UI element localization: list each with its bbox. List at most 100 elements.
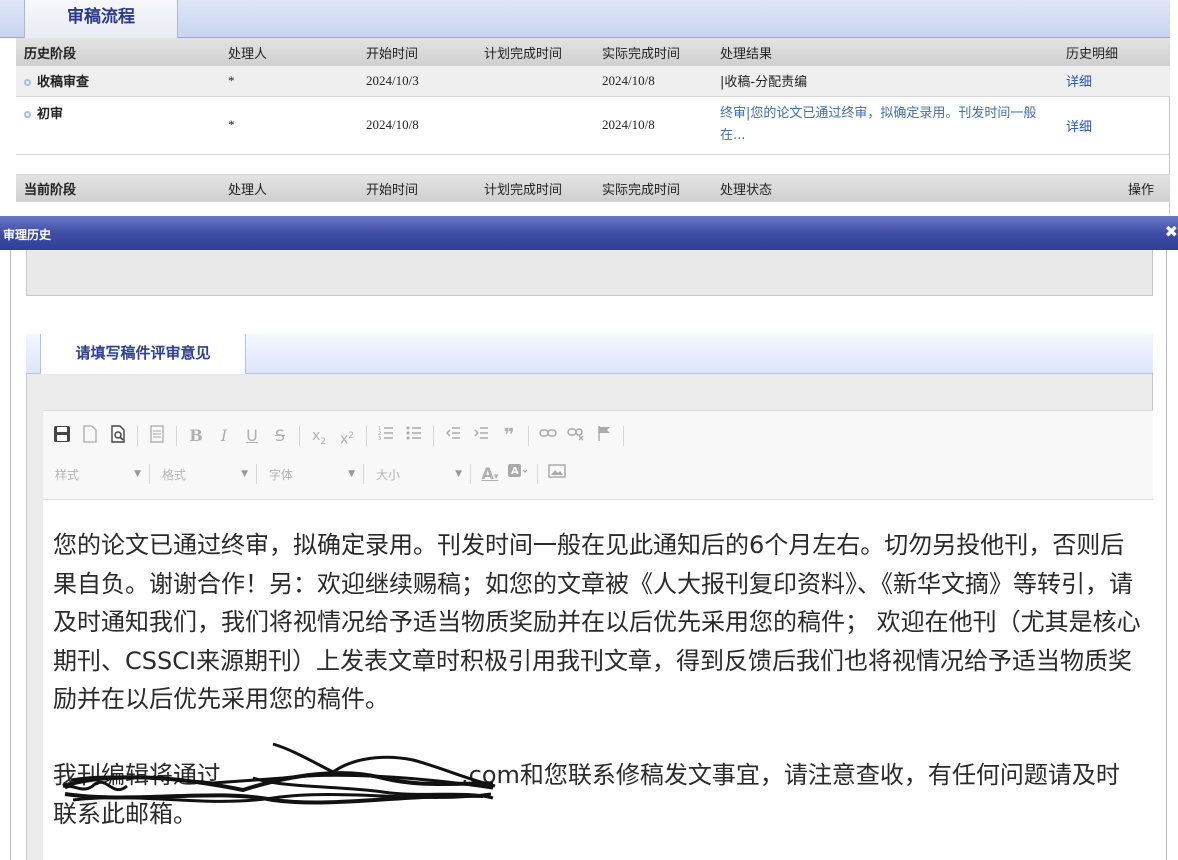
col-result: 处理结果 xyxy=(712,38,1058,66)
svg-text:3: 3 xyxy=(378,436,381,441)
col-current-stage: 当前阶段 xyxy=(16,174,220,202)
modal-left-border xyxy=(10,250,11,860)
new-doc-icon[interactable] xyxy=(79,425,101,447)
editor-toolbar: B I U S x2 x2 123 ❞ 样式 ▼ 格式 ▼ 字体 ▼ 大小 ▼ … xyxy=(43,410,1153,500)
table-row: 初审 * 2024/10/8 2024/10/8 终审|您的论文已通过终审，拟确… xyxy=(16,96,1170,155)
format-select[interactable]: 格式 ▼ xyxy=(158,463,252,485)
planned-cell xyxy=(476,66,594,97)
save-icon[interactable] xyxy=(51,425,73,447)
rich-text-editor: B I U S x2 x2 123 ❞ 样式 ▼ 格式 ▼ 字体 ▼ 大小 ▼ … xyxy=(26,374,1153,860)
actual-cell: 2024/10/8 xyxy=(594,96,712,155)
detail-link[interactable]: 详细 xyxy=(1058,96,1170,155)
col-start-time: 开始时间 xyxy=(358,38,476,66)
link-icon[interactable] xyxy=(537,425,559,447)
col-handler: 处理人 xyxy=(220,174,358,202)
toolbar-separator xyxy=(299,426,300,446)
style-select[interactable]: 样式 ▼ xyxy=(51,463,145,485)
bold-icon[interactable]: B xyxy=(185,425,207,447)
modal-titlebar[interactable]: 审理历史 ✖ xyxy=(0,216,1178,250)
chevron-down-icon: ▼ xyxy=(134,469,141,479)
handler-cell: * xyxy=(220,66,358,97)
col-status: 处理状态 xyxy=(712,174,1058,202)
handler-cell: * xyxy=(220,96,358,155)
editor-content[interactable]: 您的论文已通过终审，拟确定录用。刊发时间一般在见此通知后的6个月左右。切勿另投他… xyxy=(43,500,1153,860)
blockquote-icon[interactable]: ❞ xyxy=(498,425,520,447)
col-handler: 处理人 xyxy=(220,38,358,66)
font-select[interactable]: 字体 ▼ xyxy=(265,463,359,485)
stage-name: 初审 xyxy=(37,106,64,122)
col-planned-time: 计划完成时间 xyxy=(476,38,594,66)
stage-name: 收稿审查 xyxy=(37,75,90,91)
bullet-icon xyxy=(24,79,31,87)
modal-title: 审理历史 xyxy=(3,228,52,242)
review-tabbar: 审稿流程 xyxy=(0,0,1170,38)
start-cell: 2024/10/3 xyxy=(358,66,476,97)
subscript-icon[interactable]: x2 xyxy=(308,425,330,447)
toolbar-separator xyxy=(433,426,434,446)
strike-icon[interactable]: S xyxy=(269,425,291,447)
underline-icon[interactable]: U xyxy=(241,425,263,447)
close-icon[interactable]: ✖ xyxy=(1165,222,1178,241)
history-table: 历史阶段 处理人 开始时间 计划完成时间 实际完成时间 处理结果 历史明细 收稿… xyxy=(16,38,1170,202)
col-operation: 操作 xyxy=(1058,174,1170,202)
superscript-icon[interactable]: x2 xyxy=(336,425,358,448)
col-planned-time: 计划完成时间 xyxy=(476,174,594,202)
toolbar-separator xyxy=(528,426,529,446)
toolbar-separator xyxy=(537,464,538,484)
result-cell[interactable]: 终审|您的论文已通过终审，拟确定录用。刊发时间一般在... xyxy=(712,96,1058,155)
toolbar-row-2: 样式 ▼ 格式 ▼ 字体 ▼ 大小 ▼ A▾ A xyxy=(51,463,574,485)
review-process-panel: 审稿流程 历史阶段 处理人 开始时间 计划完成时间 实际完成时间 处理结果 历史… xyxy=(0,0,1170,214)
toolbar-separator xyxy=(623,426,624,446)
italic-icon[interactable]: I xyxy=(213,425,235,447)
toolbar-separator xyxy=(256,464,257,484)
style-select-label: 样式 xyxy=(55,467,80,482)
size-select-label: 大小 xyxy=(376,467,401,482)
planned-cell xyxy=(476,96,594,155)
toolbar-row-1: B I U S x2 x2 123 ❞ xyxy=(51,425,632,448)
indent-icon[interactable] xyxy=(470,425,492,447)
image-icon[interactable] xyxy=(546,463,568,485)
col-actual-time: 实际完成时间 xyxy=(594,38,712,66)
font-select-label: 字体 xyxy=(269,467,294,482)
bullet-icon xyxy=(24,110,31,118)
text-color-icon[interactable]: A▾ xyxy=(479,463,501,485)
col-actual-time: 实际完成时间 xyxy=(594,174,712,202)
bulleted-list-icon[interactable] xyxy=(403,425,425,447)
format-select-label: 格式 xyxy=(162,467,187,482)
outdent-icon[interactable] xyxy=(442,425,464,447)
result-cell: |收稿-分配责编 xyxy=(712,66,1058,97)
stage-cell: 收稿审查 xyxy=(16,66,220,97)
actual-cell: 2024/10/8 xyxy=(594,66,712,97)
size-select[interactable]: 大小 ▼ xyxy=(372,463,466,485)
anchor-icon[interactable] xyxy=(593,425,615,447)
tab-review-process[interactable]: 审稿流程 xyxy=(24,0,178,38)
comment-paragraph-1: 您的论文已通过终审，拟确定录用。刊发时间一般在见此通知后的6个月左右。切勿另投他… xyxy=(53,531,1141,714)
start-cell: 2024/10/8 xyxy=(358,96,476,155)
col-history-stage: 历史阶段 xyxy=(16,38,220,66)
redaction-scribble xyxy=(62,742,496,805)
bg-color-icon[interactable]: A xyxy=(507,463,529,485)
spacer-row xyxy=(16,154,1170,175)
col-start-time: 开始时间 xyxy=(358,174,476,202)
modal-right-border xyxy=(1166,250,1167,860)
numbered-list-icon[interactable]: 123 xyxy=(375,425,397,447)
stage-cell: 初审 xyxy=(16,96,220,155)
unlink-icon[interactable] xyxy=(565,425,587,447)
svg-text:A: A xyxy=(511,466,519,477)
tab-review-comments[interactable]: 请填写稿件评审意见 xyxy=(40,334,246,374)
chevron-down-icon: ▼ xyxy=(455,469,462,479)
chevron-down-icon: ▼ xyxy=(241,469,248,479)
toolbar-separator xyxy=(149,464,150,484)
toolbar-separator xyxy=(137,426,138,446)
chevron-down-icon: ▼ xyxy=(348,469,355,479)
col-history-detail: 历史明细 xyxy=(1058,38,1170,66)
comment-tabbar: 请填写稿件评审意见 xyxy=(26,334,1153,374)
toolbar-separator xyxy=(363,464,364,484)
toolbar-separator xyxy=(176,426,177,446)
current-header-row: 当前阶段 处理人 开始时间 计划完成时间 实际完成时间 处理状态 操作 xyxy=(16,174,1170,202)
history-header-row: 历史阶段 处理人 开始时间 计划完成时间 实际完成时间 处理结果 历史明细 xyxy=(16,38,1170,66)
preview-icon[interactable] xyxy=(107,425,129,447)
previous-section-box xyxy=(26,250,1153,296)
template-icon[interactable] xyxy=(146,425,168,447)
detail-link[interactable]: 详细 xyxy=(1058,66,1170,97)
